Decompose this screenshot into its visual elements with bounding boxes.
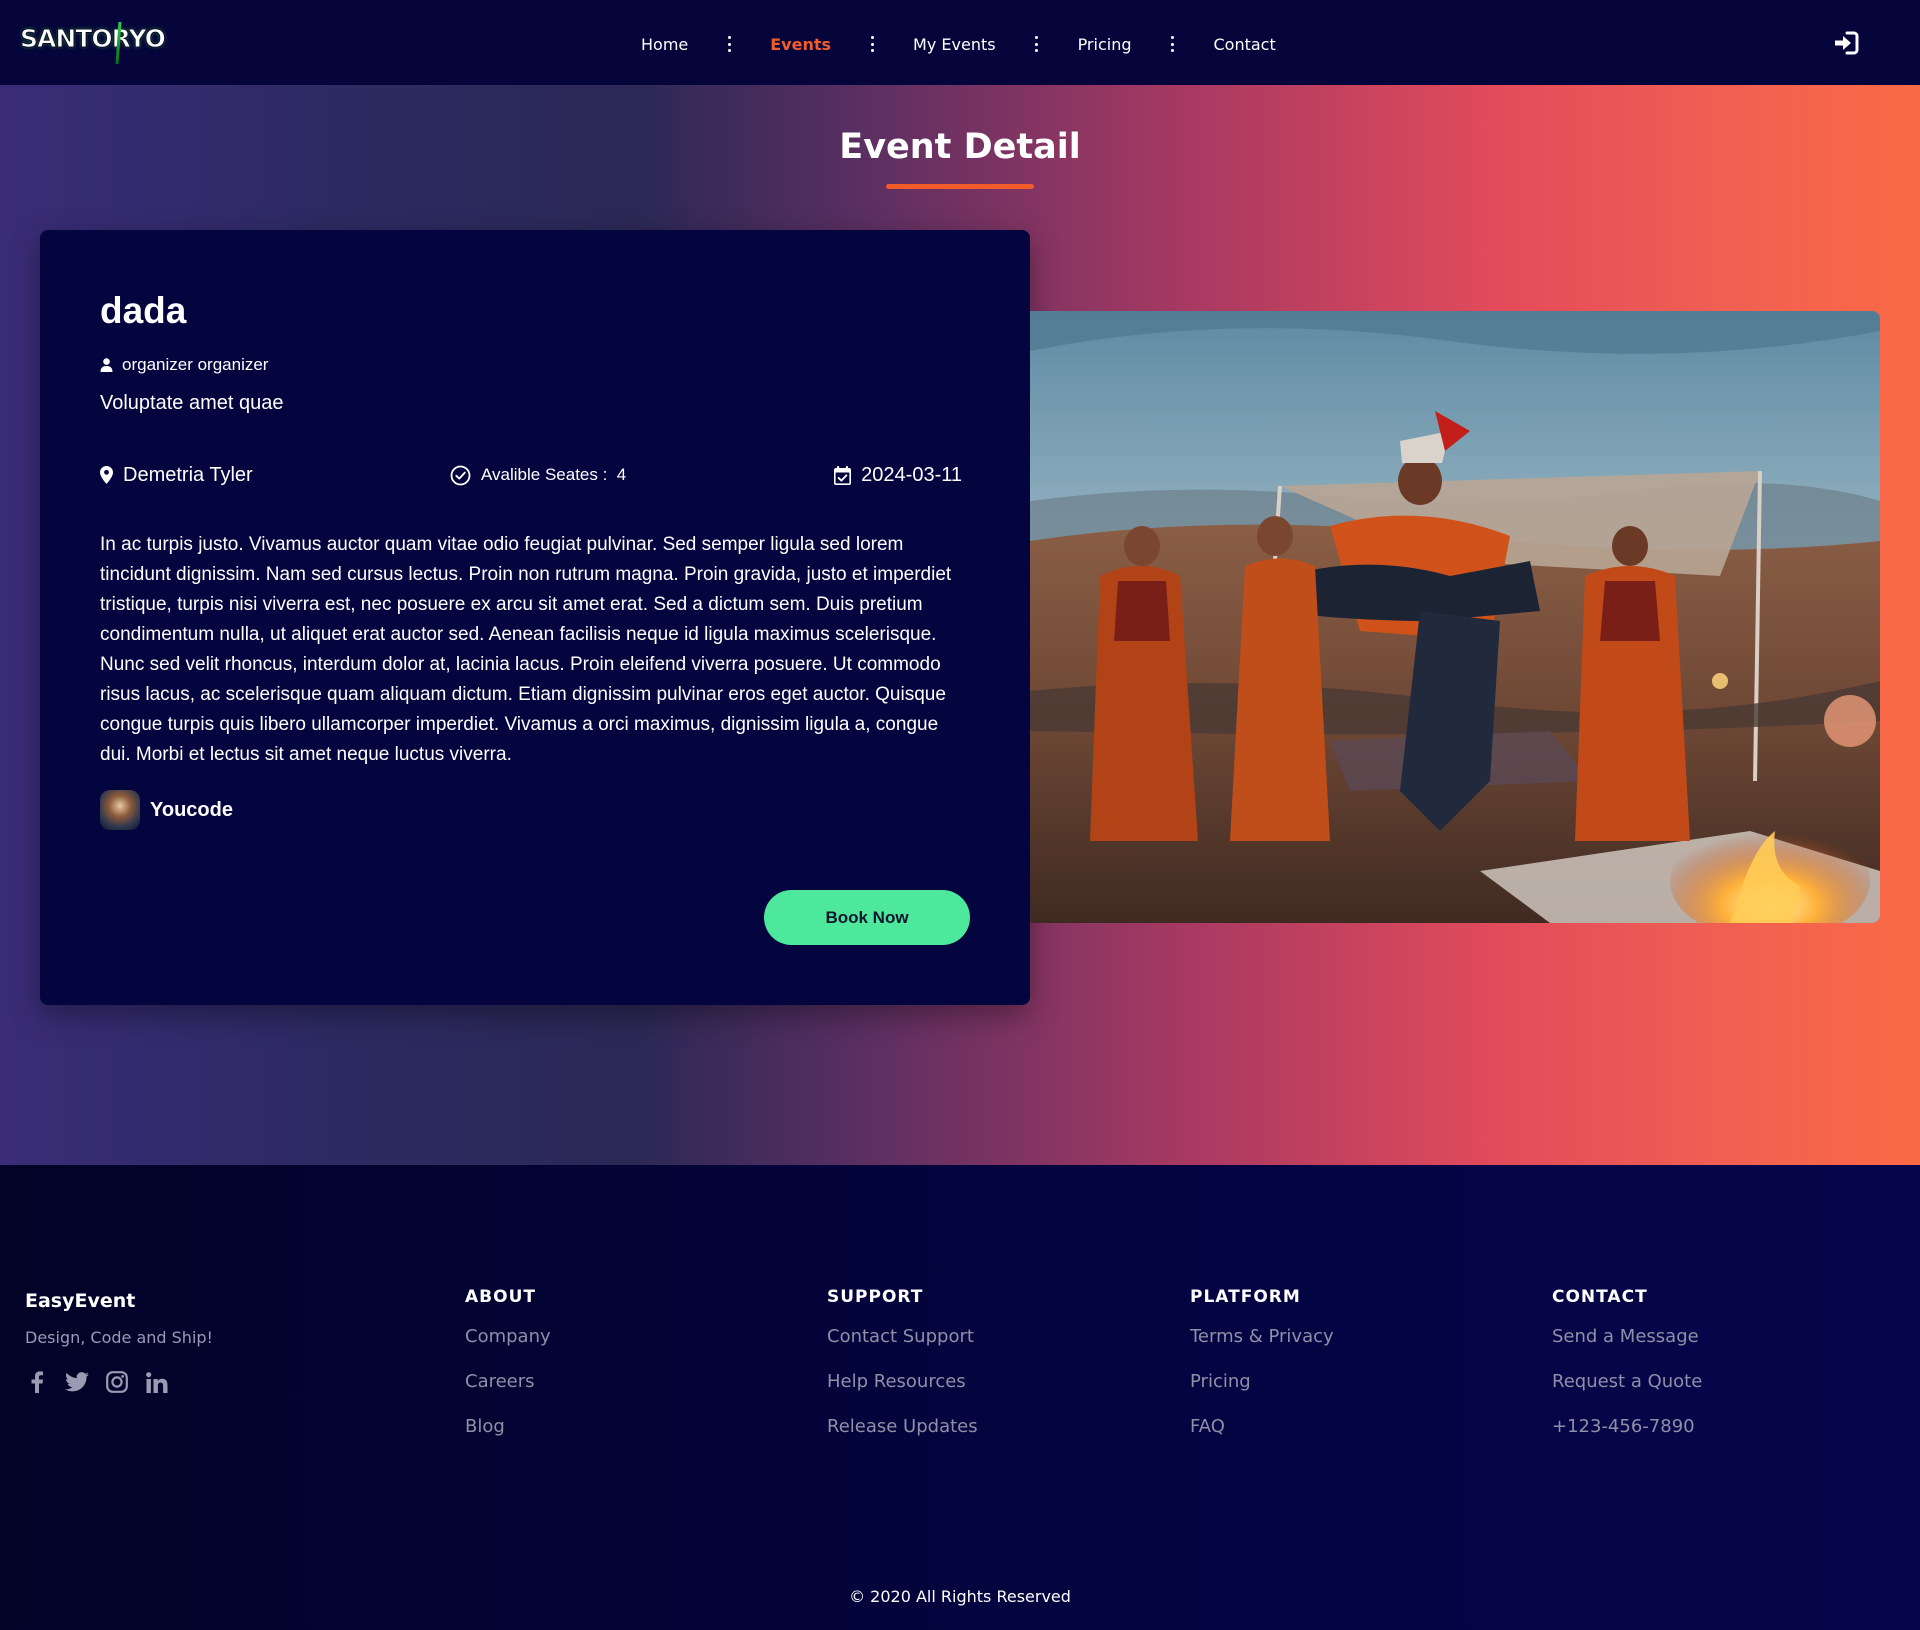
facebook-icon[interactable]: [25, 1370, 49, 1394]
logo[interactable]: SANTORYO: [20, 21, 170, 65]
linkedin-icon[interactable]: [145, 1370, 169, 1394]
nav-link-my-events[interactable]: My Events: [912, 35, 997, 54]
footer-link-blog[interactable]: Blog: [465, 1416, 551, 1442]
footer-column-title: SUPPORT: [827, 1287, 924, 1307]
footer-link-terms-privacy[interactable]: Terms & Privacy: [1190, 1326, 1334, 1352]
sign-in-icon[interactable]: [1833, 31, 1859, 55]
nav-separator: [1035, 36, 1039, 52]
footer-link-careers[interactable]: Careers: [465, 1371, 551, 1397]
footer-column-title: ABOUT: [465, 1287, 536, 1307]
map-pin-icon: [100, 466, 113, 484]
nav-link-pricing[interactable]: Pricing: [1077, 35, 1133, 54]
nav-link-events[interactable]: Events: [769, 35, 832, 54]
nav-link-home[interactable]: Home: [640, 35, 689, 54]
footer-link-release-updates[interactable]: Release Updates: [827, 1416, 978, 1442]
calendar-check-icon: [834, 465, 852, 485]
nav-separator: [727, 36, 731, 52]
twitter-icon[interactable]: [65, 1370, 89, 1394]
nav-links: Home Events My Events Pricing Contact: [640, 31, 1277, 57]
date-text: 2024-03-11: [861, 463, 962, 486]
footer-column-title: CONTACT: [1552, 1287, 1648, 1307]
footer-link-help-resources[interactable]: Help Resources: [827, 1371, 978, 1397]
event-description: In ac turpis justo. Vivamus auctor quam …: [100, 534, 952, 765]
top-navbar: SANTORYO Home Events My Events Pricing C…: [0, 0, 1920, 85]
footer-link-pricing[interactable]: Pricing: [1190, 1371, 1334, 1397]
nav-separator: [1171, 36, 1175, 52]
organizer: organizer organizer: [100, 355, 268, 375]
author-name: Youcode: [150, 798, 233, 821]
footer: EasyEvent Design, Code and Ship! ABOUT C…: [0, 1165, 1920, 1630]
hero-section: Event Detail dada organizer organizer Vo…: [0, 85, 1920, 1165]
event-card: dada organizer organizer Voluptate amet …: [40, 230, 1030, 1005]
event-subtitle: Voluptate amet quae: [100, 392, 284, 414]
nav-separator: [870, 36, 874, 52]
copyright: © 2020 All Rights Reserved: [849, 1587, 1071, 1606]
event-location: Demetria Tyler: [100, 460, 253, 490]
footer-link-request-quote[interactable]: Request a Quote: [1552, 1371, 1702, 1397]
footer-brand: EasyEvent: [25, 1290, 136, 1312]
seats-value: 4: [616, 465, 627, 484]
page-title: Event Detail: [839, 127, 1081, 167]
organizer-name: organizer organizer: [122, 355, 269, 374]
event-date: 2024-03-11: [834, 460, 962, 490]
avatar: [100, 790, 140, 830]
check-circle-icon: [450, 465, 471, 485]
footer-link-send-message[interactable]: Send a Message: [1552, 1326, 1702, 1352]
nav-link-contact[interactable]: Contact: [1213, 35, 1277, 54]
event-title: dada: [100, 290, 187, 331]
event-author: Youcode: [100, 790, 233, 830]
footer-column-contact: CONTACT Send a Message Request a Quote +…: [1552, 1287, 1702, 1461]
user-icon: [100, 358, 113, 372]
logo-text: SANTORYO: [20, 24, 167, 54]
footer-link-contact-support[interactable]: Contact Support: [827, 1326, 978, 1352]
footer-column-about: ABOUT Company Careers Blog: [465, 1287, 551, 1461]
footer-column-platform: PLATFORM Terms & Privacy Pricing FAQ: [1190, 1287, 1334, 1461]
instagram-icon[interactable]: [105, 1370, 129, 1394]
available-seats: Avalible Seates : 4: [450, 460, 626, 490]
seats-label: Avalible Seates :: [481, 465, 608, 484]
event-image: [1030, 311, 1880, 923]
title-underline: [886, 184, 1034, 189]
footer-tagline: Design, Code and Ship!: [25, 1328, 213, 1347]
social-links: [25, 1370, 185, 1394]
footer-link-faq[interactable]: FAQ: [1190, 1416, 1334, 1442]
location-text: Demetria Tyler: [123, 463, 253, 486]
footer-link-company[interactable]: Company: [465, 1326, 551, 1352]
footer-column-support: SUPPORT Contact Support Help Resources R…: [827, 1287, 978, 1461]
book-now-button[interactable]: Book Now: [764, 890, 970, 945]
event-meta: Demetria Tyler Avalible Seates : 4 2024-…: [100, 460, 962, 490]
footer-link-phone[interactable]: +123-456-7890: [1552, 1416, 1702, 1442]
footer-column-title: PLATFORM: [1190, 1287, 1301, 1307]
